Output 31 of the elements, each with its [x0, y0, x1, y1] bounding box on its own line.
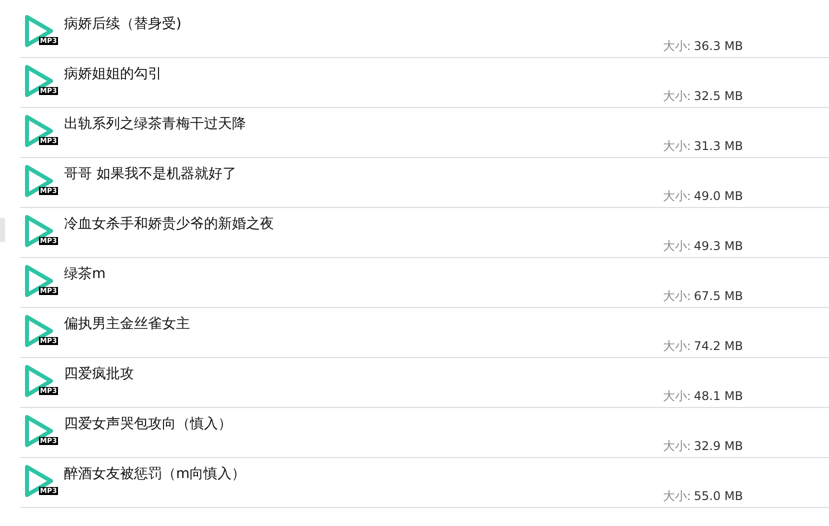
size-label: 大小: [662, 139, 691, 153]
file-size: 49.3 MB [694, 239, 743, 253]
file-title[interactable]: 四爱疯批攻 [64, 358, 134, 383]
size-label: 大小: [662, 439, 691, 453]
file-title[interactable]: 醉酒女友被惩罚（m向慎入） [64, 458, 246, 483]
file-title[interactable]: 出轨系列之绿茶青梅干过天降 [64, 108, 246, 133]
size-label: 大小: [662, 489, 691, 503]
size-label: 大小: [662, 189, 691, 203]
scroll-indicator [0, 218, 5, 242]
file-title[interactable]: 冷血女杀手和娇贵少爷的新婚之夜 [64, 208, 274, 233]
size-label: 大小: [662, 89, 691, 103]
file-title[interactable]: 病娇后续（替身受) [64, 8, 182, 33]
file-title[interactable]: 病娇姐姐的勾引 [64, 58, 162, 83]
file-title[interactable]: 哥哥 如果我不是机器就好了 [64, 158, 236, 183]
size-label: 大小: [662, 389, 691, 403]
size-label: 大小: [662, 39, 691, 53]
size-label: 大小: [662, 289, 691, 303]
file-title[interactable]: 偏执男主金丝雀女主 [64, 308, 190, 333]
file-size: 32.9 MB [694, 439, 743, 453]
file-size: 32.5 MB [694, 89, 743, 103]
file-size: 36.3 MB [694, 39, 743, 53]
file-title[interactable]: 绿茶m [64, 258, 106, 283]
size-label: 大小: [662, 239, 691, 253]
file-size: 55.0 MB [694, 489, 743, 503]
file-size: 48.1 MB [694, 389, 743, 403]
file-size: 49.0 MB [694, 189, 743, 203]
file-size: 67.5 MB [694, 289, 743, 303]
file-title[interactable]: 四爱女声哭包攻向（慎入） [64, 408, 232, 433]
file-size: 31.3 MB [694, 139, 743, 153]
file-size: 74.2 MB [694, 339, 743, 353]
size-label: 大小: [662, 339, 691, 353]
